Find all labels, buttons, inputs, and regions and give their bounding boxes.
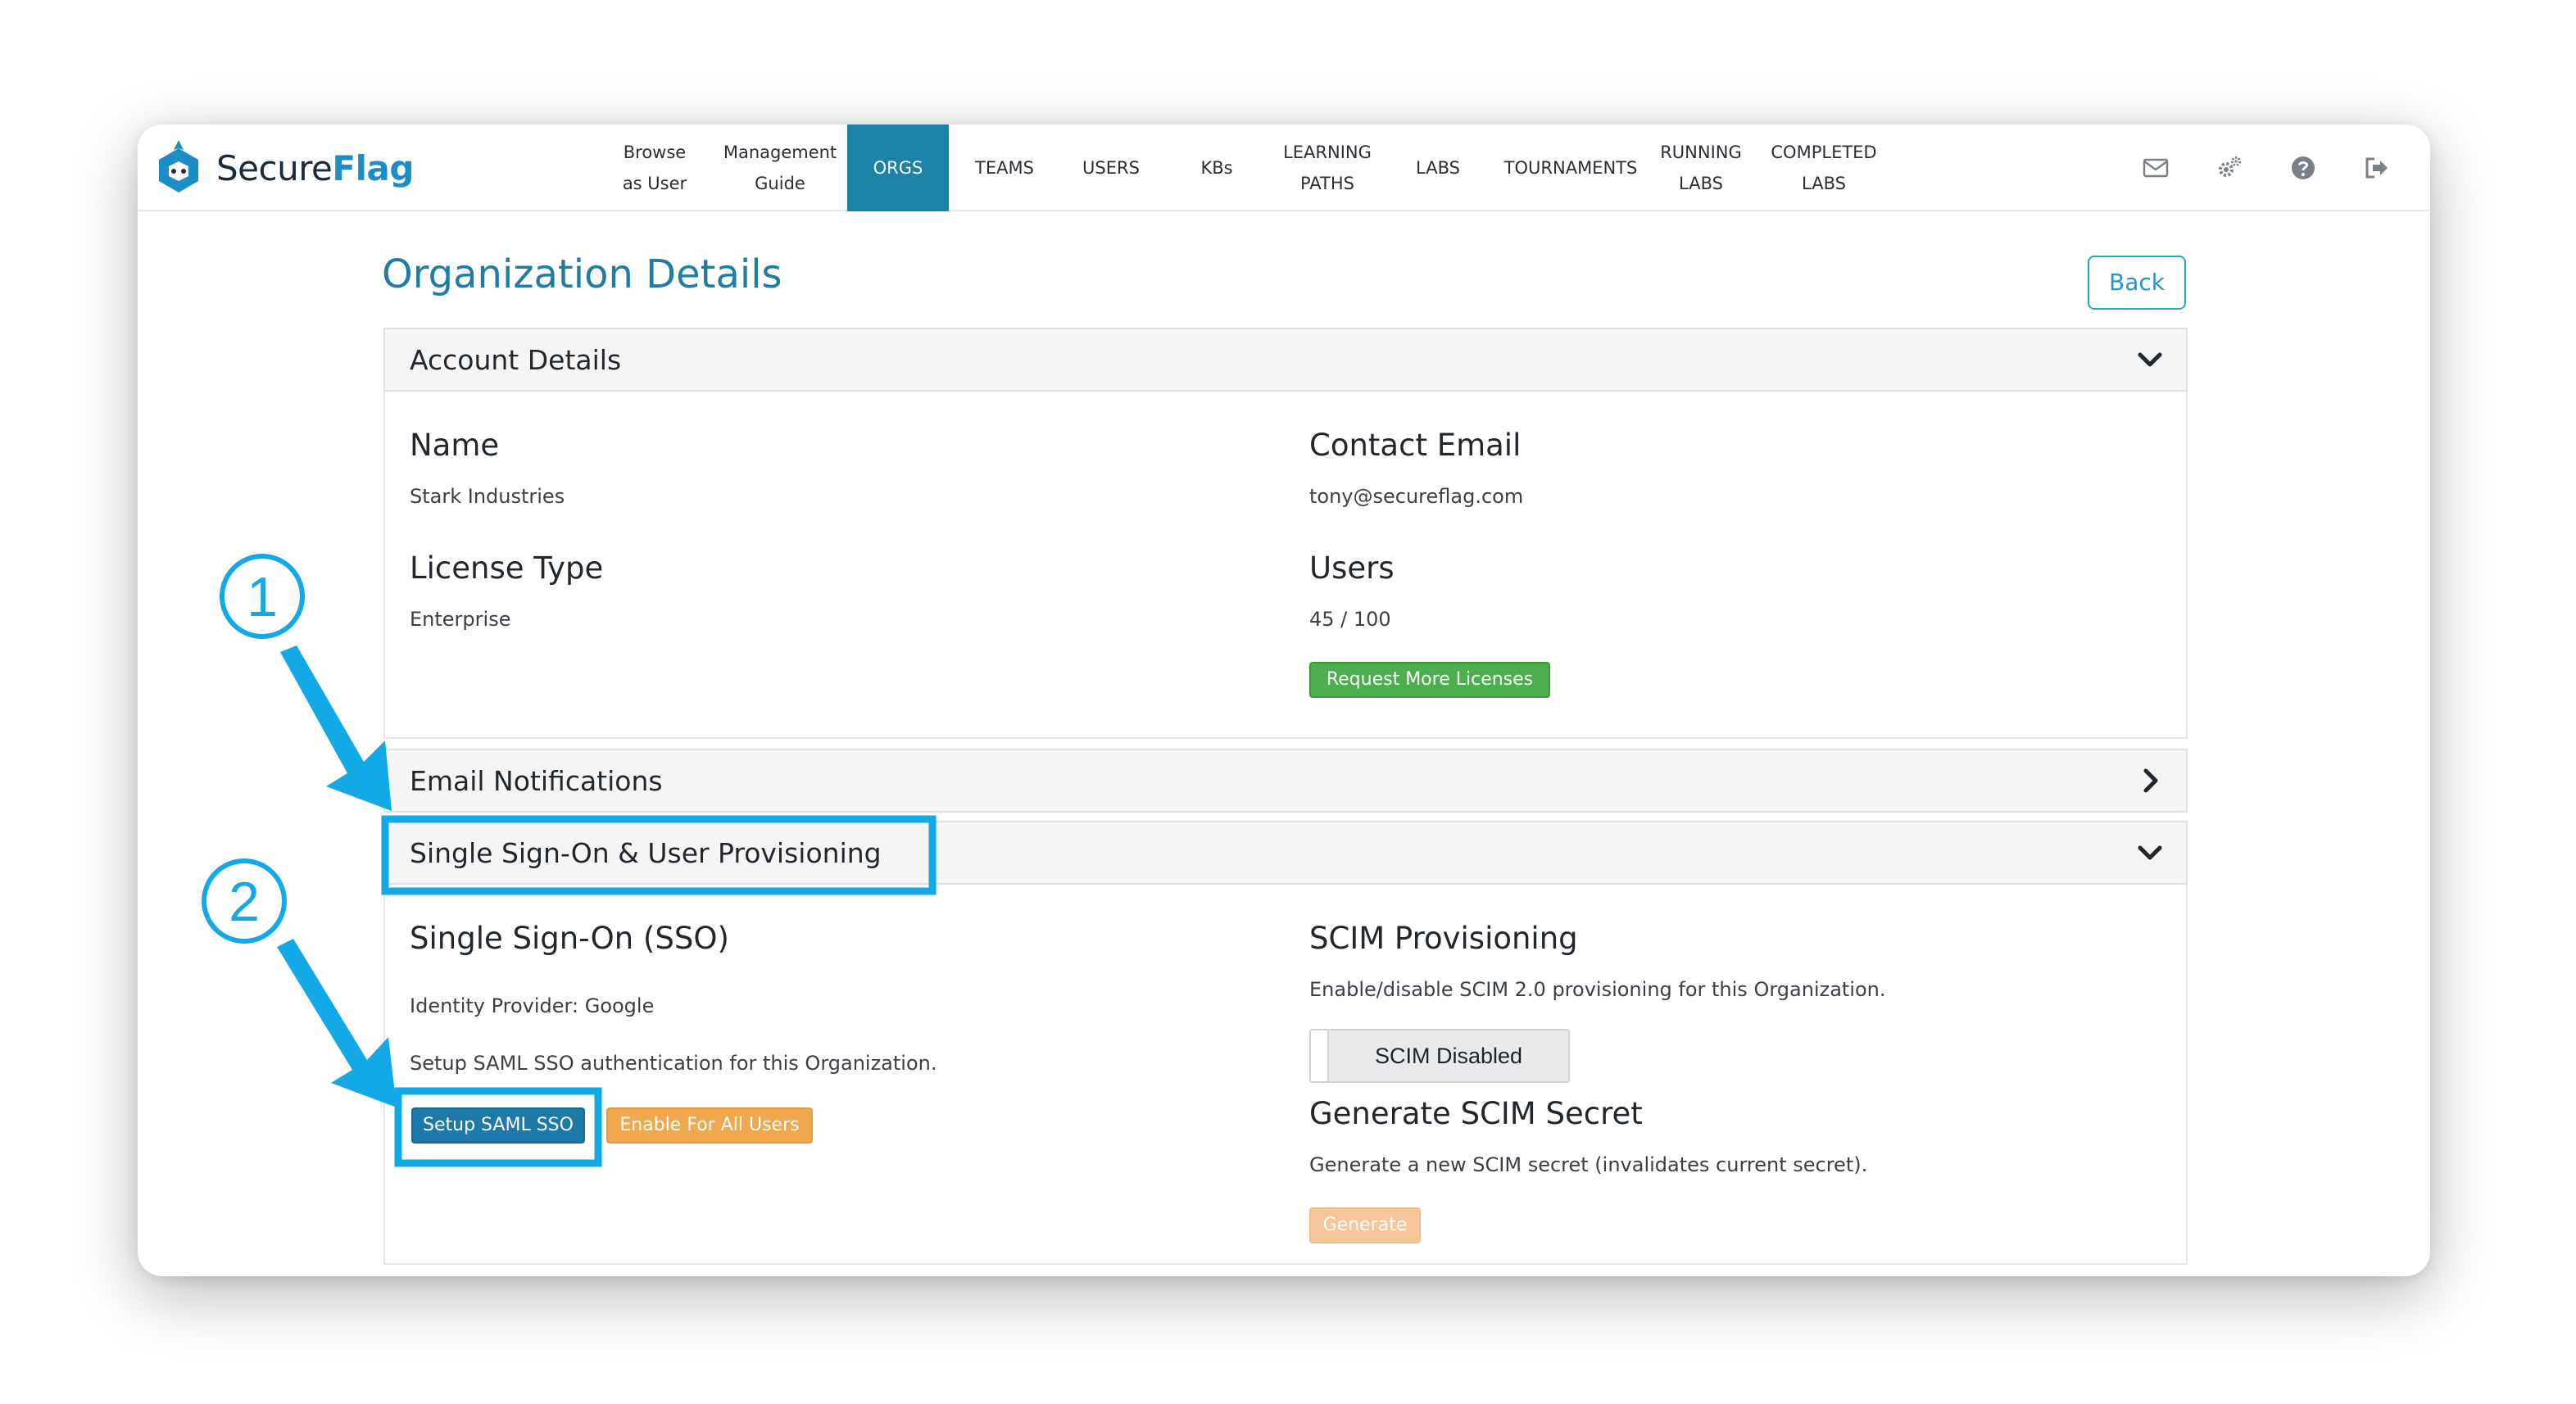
chevron-down-icon: [2138, 352, 2162, 367]
account-details-body: [383, 392, 2188, 739]
name-label: Name: [410, 428, 500, 463]
help-icon[interactable]: [2279, 144, 2327, 192]
page-title: Organization Details: [382, 251, 782, 297]
contact-email-value: tony@secureflag.com: [1309, 485, 1524, 508]
sso-provisioning-header[interactable]: Single Sign-On & User Provisioning: [383, 821, 2188, 885]
nav-teams[interactable]: TEAMS: [949, 125, 1060, 211]
scim-toggle-knob: [1311, 1030, 1329, 1081]
main-nav: Browse as User Management Guide ORGS TEAMS…: [596, 125, 1894, 211]
app-window: SecureFlag Browse as User Management Guide…: [138, 125, 2430, 1276]
sso-title: Single Sign-On (SSO): [410, 921, 729, 956]
nav-orgs[interactable]: ORGS: [847, 125, 949, 211]
nav-labs[interactable]: LABS: [1383, 125, 1493, 211]
setup-saml-sso-button[interactable]: Setup SAML SSO: [411, 1107, 585, 1144]
contact-email-label: Contact Email: [1309, 428, 1522, 463]
scim-toggle-label: SCIM Disabled: [1374, 1044, 1523, 1068]
flag-logo-icon: [159, 140, 198, 192]
secureflag-logo[interactable]: SecureFlag: [152, 133, 414, 203]
logout-icon[interactable]: [2353, 144, 2401, 192]
license-type-label: License Type: [410, 550, 604, 586]
users-label: Users: [1309, 550, 1395, 586]
nav-completed-labs[interactable]: COMPLETED LABS: [1753, 125, 1894, 211]
license-type-value: Enterprise: [410, 608, 511, 631]
nav-kbs[interactable]: KBs: [1162, 125, 1272, 211]
scim-provisioning-description: Enable/disable SCIM 2.0 provisioning for…: [1309, 978, 1886, 1001]
email-notifications-header[interactable]: Email Notifications: [383, 749, 2188, 813]
users-count-value: 45 / 100: [1309, 608, 1391, 631]
nav-management-guide[interactable]: Management Guide: [713, 125, 847, 211]
logo-text-flag: Flag: [332, 147, 414, 188]
generate-scim-secret-description: Generate a new SCIM secret (invalidates …: [1309, 1153, 1868, 1176]
nav-tournaments[interactable]: TOURNAMENTS: [1493, 125, 1649, 211]
request-more-licenses-button[interactable]: Request More Licenses: [1309, 662, 1550, 698]
account-details-header[interactable]: Account Details: [383, 328, 2188, 392]
envelope-icon[interactable]: [2132, 144, 2179, 192]
nav-browse-as-user[interactable]: Browse as User: [596, 125, 713, 211]
top-navigation-bar: SecureFlag Browse as User Management Guide…: [138, 125, 2430, 211]
nav-learning-paths[interactable]: LEARNING PATHS: [1272, 125, 1383, 211]
identity-provider-text: Identity Provider: Google: [410, 994, 655, 1017]
logo-text-secure: Secure: [216, 147, 333, 188]
enable-for-all-users-button[interactable]: Enable For All Users: [606, 1107, 813, 1144]
toolbar-icons: [2106, 144, 2401, 192]
generate-secret-button[interactable]: Generate: [1309, 1207, 1421, 1243]
chevron-down-icon: [2138, 845, 2162, 860]
nav-users[interactable]: USERS: [1060, 125, 1162, 211]
nav-running-labs[interactable]: RUNNING LABS: [1649, 125, 1753, 211]
generate-scim-secret-title: Generate SCIM Secret: [1309, 1096, 1643, 1131]
scim-provisioning-title: SCIM Provisioning: [1309, 921, 1578, 956]
scim-toggle[interactable]: SCIM Disabled: [1309, 1029, 1570, 1083]
back-button[interactable]: Back: [2088, 256, 2186, 310]
chevron-right-icon: [2143, 768, 2158, 793]
saml-setup-description: Setup SAML SSO authentication for this O…: [410, 1052, 937, 1075]
name-value: Stark Industries: [410, 485, 565, 508]
gears-icon[interactable]: [2206, 144, 2253, 192]
